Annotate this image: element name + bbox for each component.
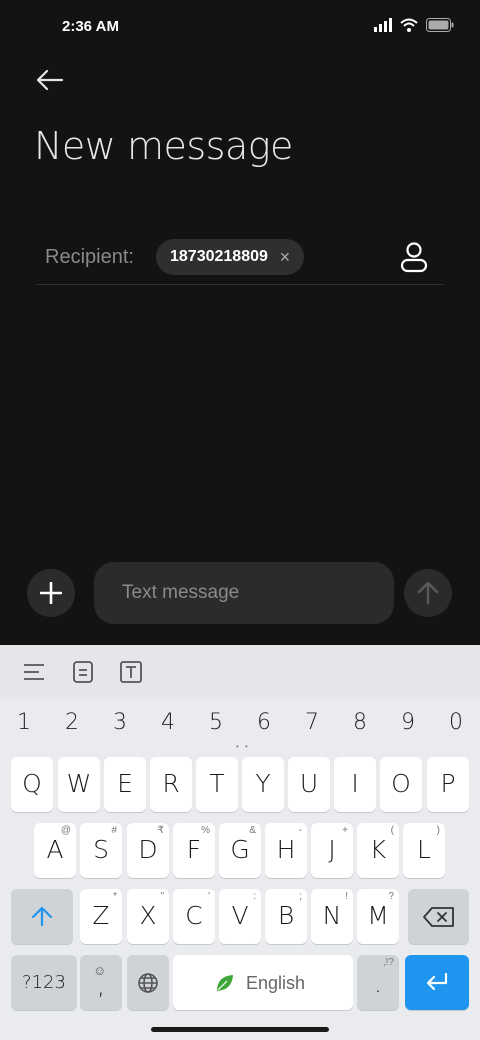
key-o[interactable]: O xyxy=(380,757,422,812)
key-3[interactable]: 3 xyxy=(100,705,140,741)
symbols-key[interactable]: ?123 xyxy=(11,955,77,1010)
key-f[interactable]: % F xyxy=(173,823,215,878)
contacts-button[interactable] xyxy=(398,240,430,274)
leaf-icon xyxy=(217,975,233,991)
key-n[interactable]: ! N xyxy=(311,889,353,944)
keyboard: 1 2 3 4 5 6 7 8 9 0 • • Q W E R T Y U I … xyxy=(0,645,480,1040)
back-button[interactable] xyxy=(34,64,66,96)
key-w[interactable]: W xyxy=(58,757,100,812)
key-5[interactable]: 5 xyxy=(196,705,236,741)
home-indicator[interactable] xyxy=(151,1027,329,1032)
contact-person-icon xyxy=(400,242,428,273)
key-4[interactable]: 4 xyxy=(148,705,188,741)
key-j[interactable]: + J xyxy=(311,823,353,878)
key-6[interactable]: 6 xyxy=(244,705,284,741)
key-m[interactable]: ? M xyxy=(357,889,399,944)
key-a[interactable]: @ A xyxy=(34,823,76,878)
clipboard-button[interactable] xyxy=(69,658,97,686)
key-e[interactable]: E xyxy=(104,757,146,812)
page-dots: • • xyxy=(236,742,250,751)
key-2[interactable]: 2 xyxy=(52,705,92,741)
menu-lines-button[interactable] xyxy=(20,658,48,686)
wifi-icon xyxy=(400,18,418,32)
key-q[interactable]: Q xyxy=(11,757,53,812)
key-u[interactable]: U xyxy=(288,757,330,812)
key-k[interactable]: (K xyxy=(357,823,399,878)
period-key[interactable]: ,!? . xyxy=(357,955,399,1010)
menu-lines-icon xyxy=(24,664,44,680)
shift-arrow-icon xyxy=(31,906,53,927)
text-format-button[interactable] xyxy=(117,658,145,686)
space-language-label: English xyxy=(246,973,306,993)
key-l[interactable]: ) L xyxy=(403,823,445,878)
status-time: 2:36 AM xyxy=(62,18,119,35)
text-message-input[interactable] xyxy=(94,562,394,624)
key-v[interactable]: :V xyxy=(219,889,261,944)
text-format-icon xyxy=(120,661,142,683)
key-s[interactable]: # S xyxy=(80,823,122,878)
key-h[interactable]: -H xyxy=(265,823,307,878)
page-title: New message xyxy=(34,124,293,168)
backspace-icon xyxy=(423,907,454,927)
send-button[interactable] xyxy=(404,569,452,617)
number-row: 1 2 3 4 5 6 7 8 9 0 xyxy=(0,705,480,741)
back-arrow-icon xyxy=(36,69,64,91)
key-y[interactable]: Y xyxy=(242,757,284,812)
send-arrow-icon xyxy=(417,581,439,605)
key-i[interactable]: I xyxy=(334,757,376,812)
space-key[interactable]: English xyxy=(173,955,353,1010)
key-8[interactable]: 8 xyxy=(340,705,380,741)
backspace-key[interactable] xyxy=(408,889,469,944)
key-r[interactable]: R xyxy=(150,757,192,812)
key-z[interactable]: * Z xyxy=(80,889,122,944)
key-9[interactable]: 9 xyxy=(388,705,428,741)
recipient-row: Recipient: 18730218809 × xyxy=(36,236,444,285)
signal-icon xyxy=(374,18,392,32)
key-g[interactable]: & G xyxy=(219,823,261,878)
remove-recipient-icon[interactable]: × xyxy=(276,248,294,266)
recipient-chip[interactable]: 18730218809 × xyxy=(156,239,304,275)
key-d[interactable]: ₹ D xyxy=(127,823,169,878)
key-p[interactable]: P xyxy=(427,757,469,812)
plus-icon xyxy=(40,582,62,604)
status-icons xyxy=(374,18,454,32)
emoji-comma-key[interactable]: ☺ , xyxy=(80,955,122,1010)
key-t[interactable]: T xyxy=(196,757,238,812)
keyboard-toolbar xyxy=(0,645,480,699)
key-7[interactable]: 7 xyxy=(292,705,332,741)
key-b[interactable]: ; B xyxy=(265,889,307,944)
battery-icon xyxy=(426,18,454,32)
globe-icon xyxy=(138,973,158,993)
key-c[interactable]: ' C xyxy=(173,889,215,944)
composer-bar xyxy=(0,560,480,626)
enter-key[interactable] xyxy=(405,955,469,1010)
add-attachment-button[interactable] xyxy=(27,569,75,617)
recipient-chip-number: 18730218809 xyxy=(170,248,268,265)
enter-arrow-icon xyxy=(426,972,448,991)
shift-key[interactable] xyxy=(11,889,73,944)
key-x[interactable]: " X xyxy=(127,889,169,944)
clipboard-icon xyxy=(73,661,93,683)
recipient-label: Recipient: xyxy=(45,246,134,268)
language-key[interactable] xyxy=(127,955,169,1010)
key-1[interactable]: 1 xyxy=(4,705,44,741)
status-bar: 2:36 AM xyxy=(0,0,480,56)
key-0[interactable]: 0 xyxy=(436,705,476,741)
